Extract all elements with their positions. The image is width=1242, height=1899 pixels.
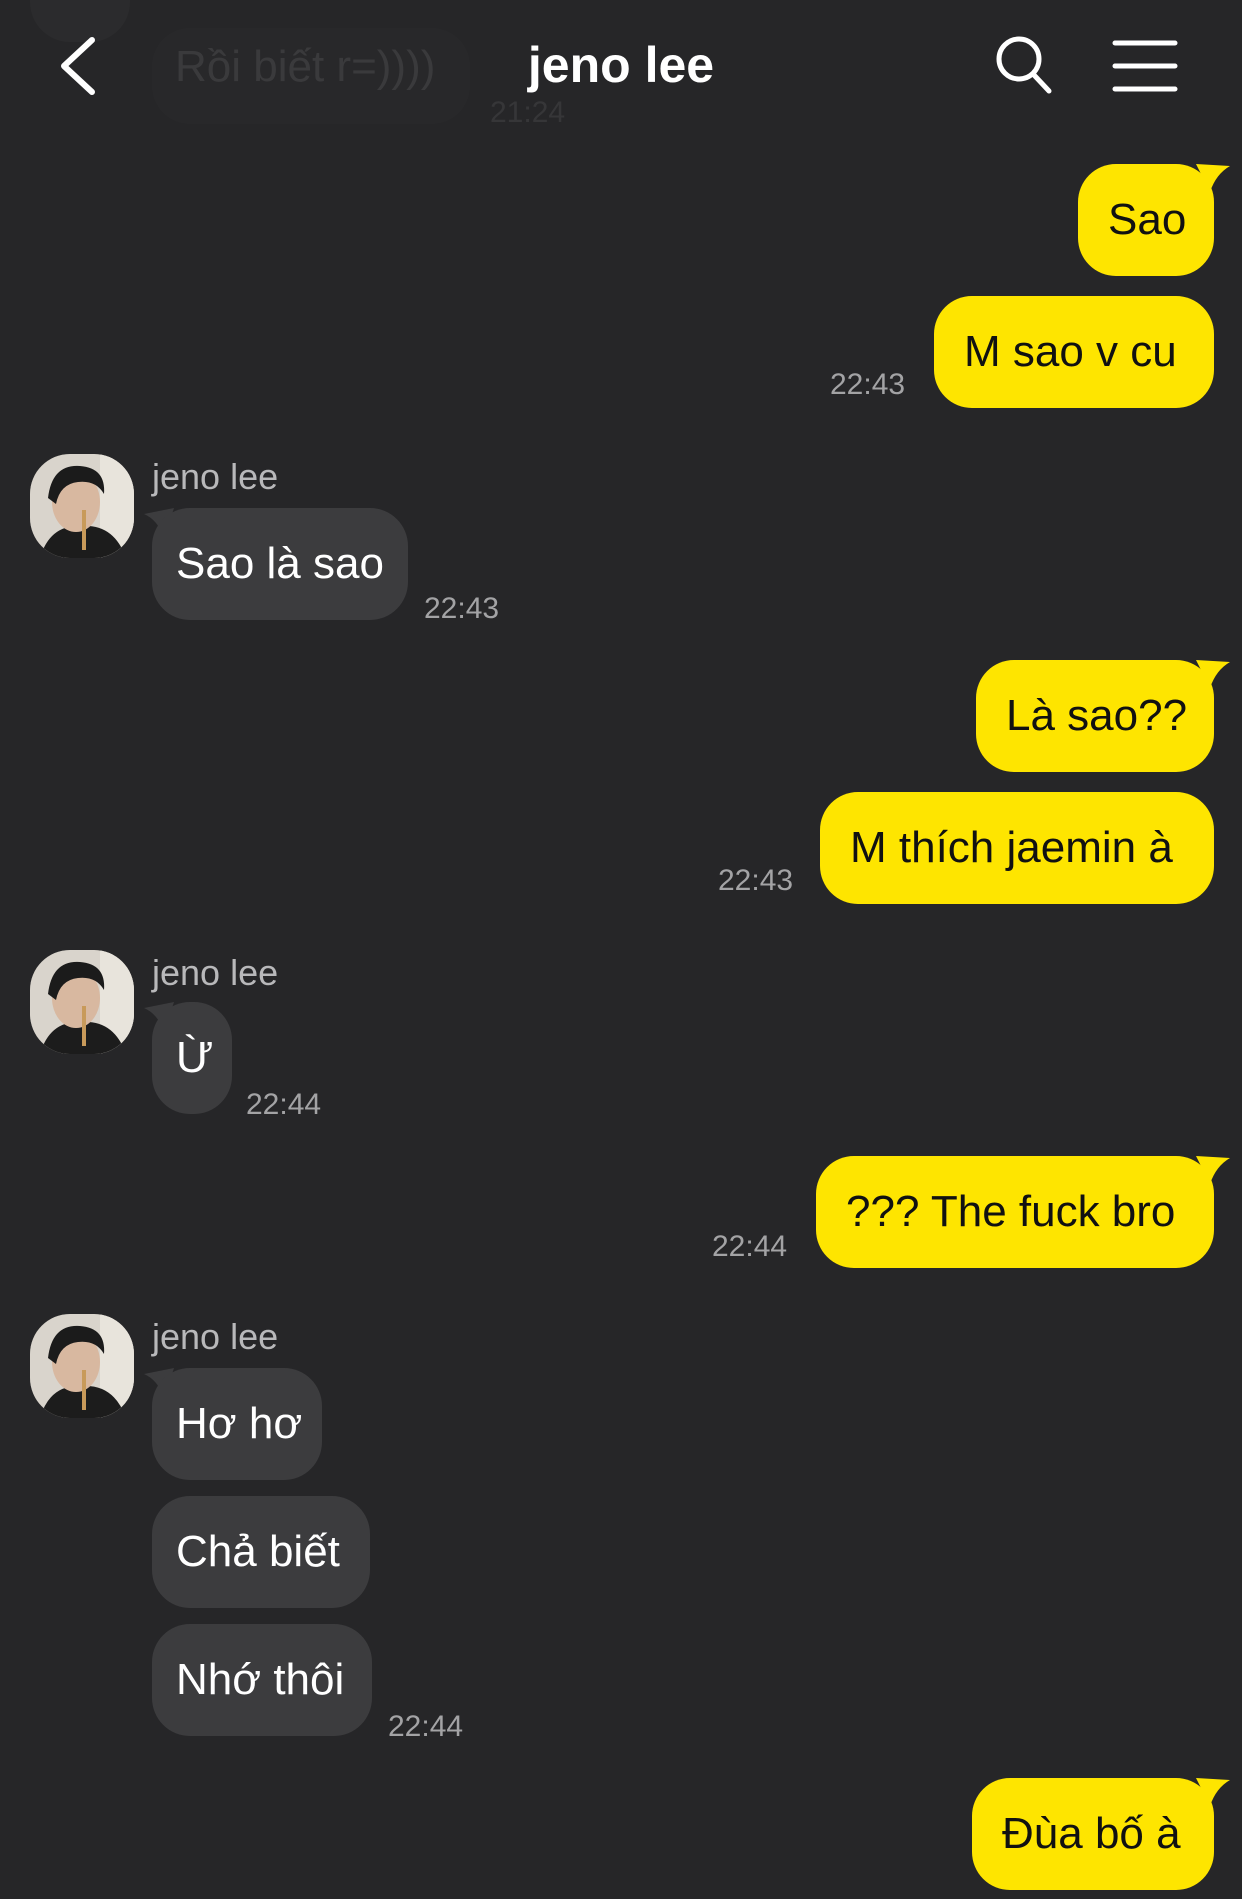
search-button[interactable] (994, 34, 1054, 96)
search-icon (996, 36, 1052, 94)
message-text: Nhớ thôi (176, 1655, 345, 1704)
message-time: 22:44 (388, 1710, 464, 1743)
message-text: Sao (1108, 195, 1187, 244)
message-bubble-incoming[interactable]: Hơ hơ (152, 1368, 322, 1480)
hamburger-menu-icon (1112, 40, 1178, 92)
sender-name: jeno lee (152, 456, 279, 497)
message-text: Ừ (176, 1033, 214, 1082)
message-time: 22:43 (718, 864, 794, 897)
bubble-tail (1196, 1156, 1230, 1184)
bubble-tail (1196, 164, 1230, 192)
message-text: Đùa bố à (1002, 1809, 1181, 1858)
bubble-tail (1196, 1778, 1230, 1806)
message-time: 22:44 (712, 1230, 788, 1263)
message-text: Sao là sao (176, 539, 384, 588)
message-text: Rồi biết r=)))) (175, 42, 436, 91)
menu-button[interactable] (1112, 38, 1178, 94)
message-text: M thích jaemin à (850, 823, 1173, 872)
bubble-tail (1196, 660, 1230, 688)
message-bubble-outgoing[interactable]: Đùa bố à (972, 1778, 1214, 1890)
profile-photo (30, 950, 134, 1054)
message-text: ??? The fuck bro (846, 1187, 1176, 1236)
message-bubble-incoming[interactable]: Ừ (152, 1002, 232, 1114)
contact-avatar[interactable] (30, 950, 134, 1054)
contact-avatar[interactable] (30, 454, 134, 558)
sender-name: jeno lee (152, 952, 279, 993)
message-bubble-outgoing[interactable]: M thích jaemin à (820, 792, 1214, 904)
message-text: Chả biết (176, 1527, 340, 1576)
message-time: 22:44 (246, 1088, 322, 1121)
message-bubble-outgoing[interactable]: Là sao?? (976, 660, 1214, 772)
message-text: Hơ hơ (176, 1399, 303, 1448)
message-bubble-incoming[interactable]: Sao là sao (152, 508, 408, 620)
message-bubble-incoming[interactable]: Chả biết (152, 1496, 370, 1608)
message-bubble-incoming[interactable]: Nhớ thôi (152, 1624, 372, 1736)
sender-name: jeno lee (152, 1316, 279, 1357)
message-time: 22:43 (424, 592, 500, 625)
profile-photo (30, 1314, 134, 1418)
message-bubble-outgoing[interactable]: Sao (1078, 164, 1214, 276)
message-bubble-outgoing[interactable]: ??? The fuck bro (816, 1156, 1214, 1268)
message-bubble-outgoing[interactable]: M sao v cu (934, 296, 1214, 408)
contact-avatar[interactable] (30, 1314, 134, 1418)
message-time: 22:43 (830, 368, 906, 401)
message-time: 21:24 (490, 96, 566, 129)
profile-photo (30, 454, 134, 558)
message-text: Là sao?? (1006, 691, 1188, 740)
message-text: M sao v cu (964, 327, 1177, 376)
